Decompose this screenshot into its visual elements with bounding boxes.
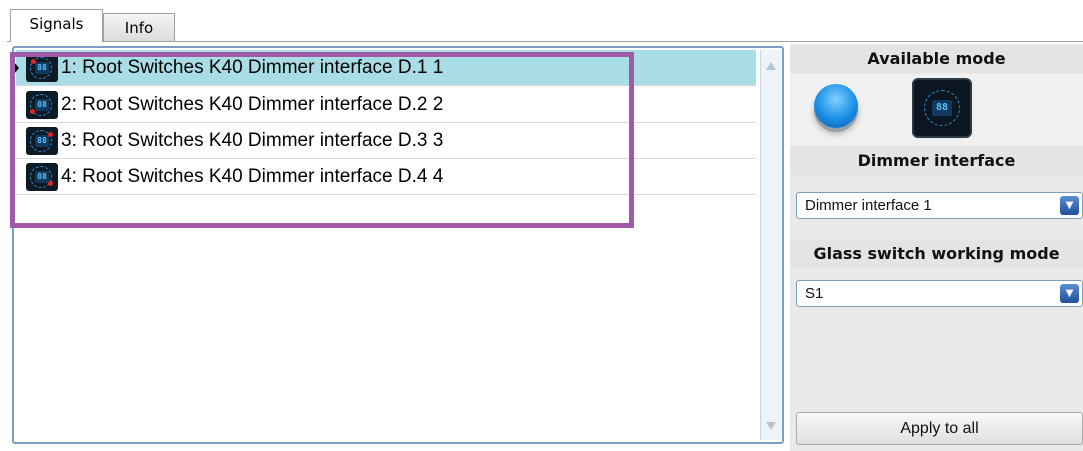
dimmer-interface-value: Dimmer interface 1 bbox=[805, 197, 932, 214]
mode-panel: Available mode 88 Dimmer interface Dimme… bbox=[790, 44, 1083, 451]
dimmer-interface-select[interactable]: Dimmer interface 1 ▼ bbox=[796, 192, 1083, 219]
glass-switch-mode-title: Glass switch working mode bbox=[790, 239, 1083, 268]
dimmer-interface-icon: 88 bbox=[26, 163, 58, 191]
signal-row-4[interactable]: 88 4: Root Switches K40 Dimmer interface… bbox=[16, 159, 756, 195]
dimmer-interface-icon: 88 bbox=[26, 91, 58, 119]
current-row-marker-icon bbox=[14, 62, 19, 74]
signal-row-1[interactable]: 88 1: Root Switches K40 Dimmer interface… bbox=[14, 50, 756, 86]
signal-label: 4: Root Switches K40 Dimmer interface D.… bbox=[61, 166, 444, 187]
push-button-icon[interactable] bbox=[814, 84, 858, 128]
list-scrollbar[interactable] bbox=[760, 50, 781, 440]
scroll-down-icon[interactable] bbox=[766, 422, 776, 430]
dimmer-interface-mode-icon[interactable]: 88 bbox=[912, 78, 972, 138]
mode-options: 88 bbox=[790, 74, 1083, 146]
signals-list[interactable]: 88 1: Root Switches K40 Dimmer interface… bbox=[12, 46, 784, 444]
signal-row-2[interactable]: 88 2: Root Switches K40 Dimmer interface… bbox=[16, 87, 756, 123]
tab-info[interactable]: Info bbox=[103, 13, 175, 41]
scroll-up-icon[interactable] bbox=[766, 62, 776, 70]
chevron-down-icon[interactable]: ▼ bbox=[1060, 196, 1079, 215]
signal-label: 3: Root Switches K40 Dimmer interface D.… bbox=[61, 130, 444, 151]
chevron-down-icon[interactable]: ▼ bbox=[1060, 284, 1079, 303]
apply-to-all-button[interactable]: Apply to all bbox=[796, 412, 1083, 445]
glass-switch-mode-value: S1 bbox=[805, 285, 824, 302]
signal-label: 2: Root Switches K40 Dimmer interface D.… bbox=[61, 94, 444, 115]
dimmer-interface-title: Dimmer interface bbox=[790, 146, 1083, 175]
signal-row-3[interactable]: 88 3: Root Switches K40 Dimmer interface… bbox=[16, 123, 756, 159]
glass-switch-mode-select[interactable]: S1 ▼ bbox=[796, 280, 1083, 307]
signal-label: 1: Root Switches K40 Dimmer interface D.… bbox=[61, 57, 444, 78]
dimmer-interface-icon: 88 bbox=[26, 127, 58, 155]
tab-signals[interactable]: Signals bbox=[10, 9, 103, 42]
dimmer-interface-icon: 88 bbox=[26, 54, 58, 82]
available-mode-title: Available mode bbox=[790, 44, 1083, 73]
